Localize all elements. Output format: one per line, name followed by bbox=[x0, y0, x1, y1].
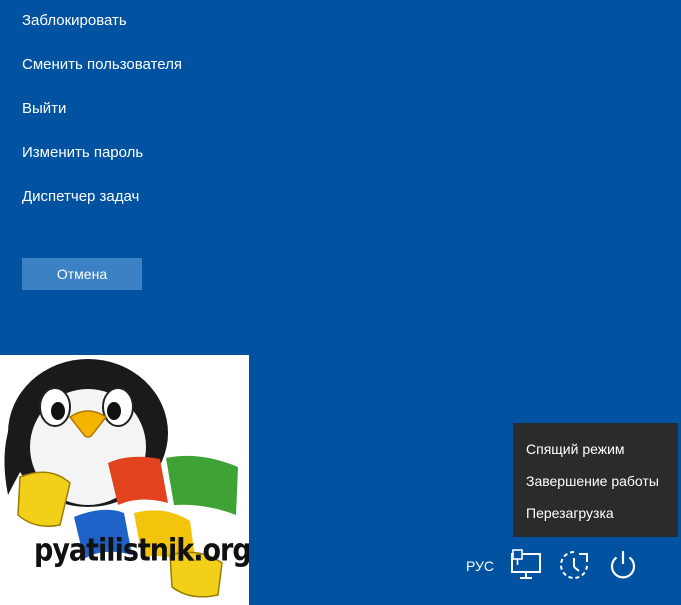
sleep-option[interactable]: Спящий режим bbox=[513, 433, 678, 465]
task-manager-link[interactable]: Диспетчер задач bbox=[22, 188, 139, 206]
power-icon[interactable] bbox=[606, 548, 640, 582]
lock-link[interactable]: Заблокировать bbox=[22, 12, 127, 30]
switch-user-link[interactable]: Сменить пользователя bbox=[22, 56, 182, 74]
change-password-link[interactable]: Изменить пароль bbox=[22, 144, 143, 162]
sign-out-link[interactable]: Выйти bbox=[22, 100, 66, 118]
shutdown-option[interactable]: Завершение работы bbox=[513, 465, 678, 497]
lock-screen: Заблокировать Сменить пользователя Выйти… bbox=[0, 0, 681, 605]
cancel-button[interactable]: Отмена bbox=[22, 258, 142, 290]
accessibility-icon[interactable] bbox=[557, 548, 591, 582]
language-indicator[interactable]: РУС bbox=[466, 558, 494, 574]
restart-option[interactable]: Перезагрузка bbox=[513, 497, 678, 529]
logo-text: pyatilistnik.org bbox=[34, 532, 249, 569]
site-logo: pyatilistnik.org bbox=[0, 355, 249, 605]
power-options-menu: Спящий режим Завершение работы Перезагру… bbox=[513, 423, 678, 537]
network-icon[interactable] bbox=[510, 548, 544, 582]
